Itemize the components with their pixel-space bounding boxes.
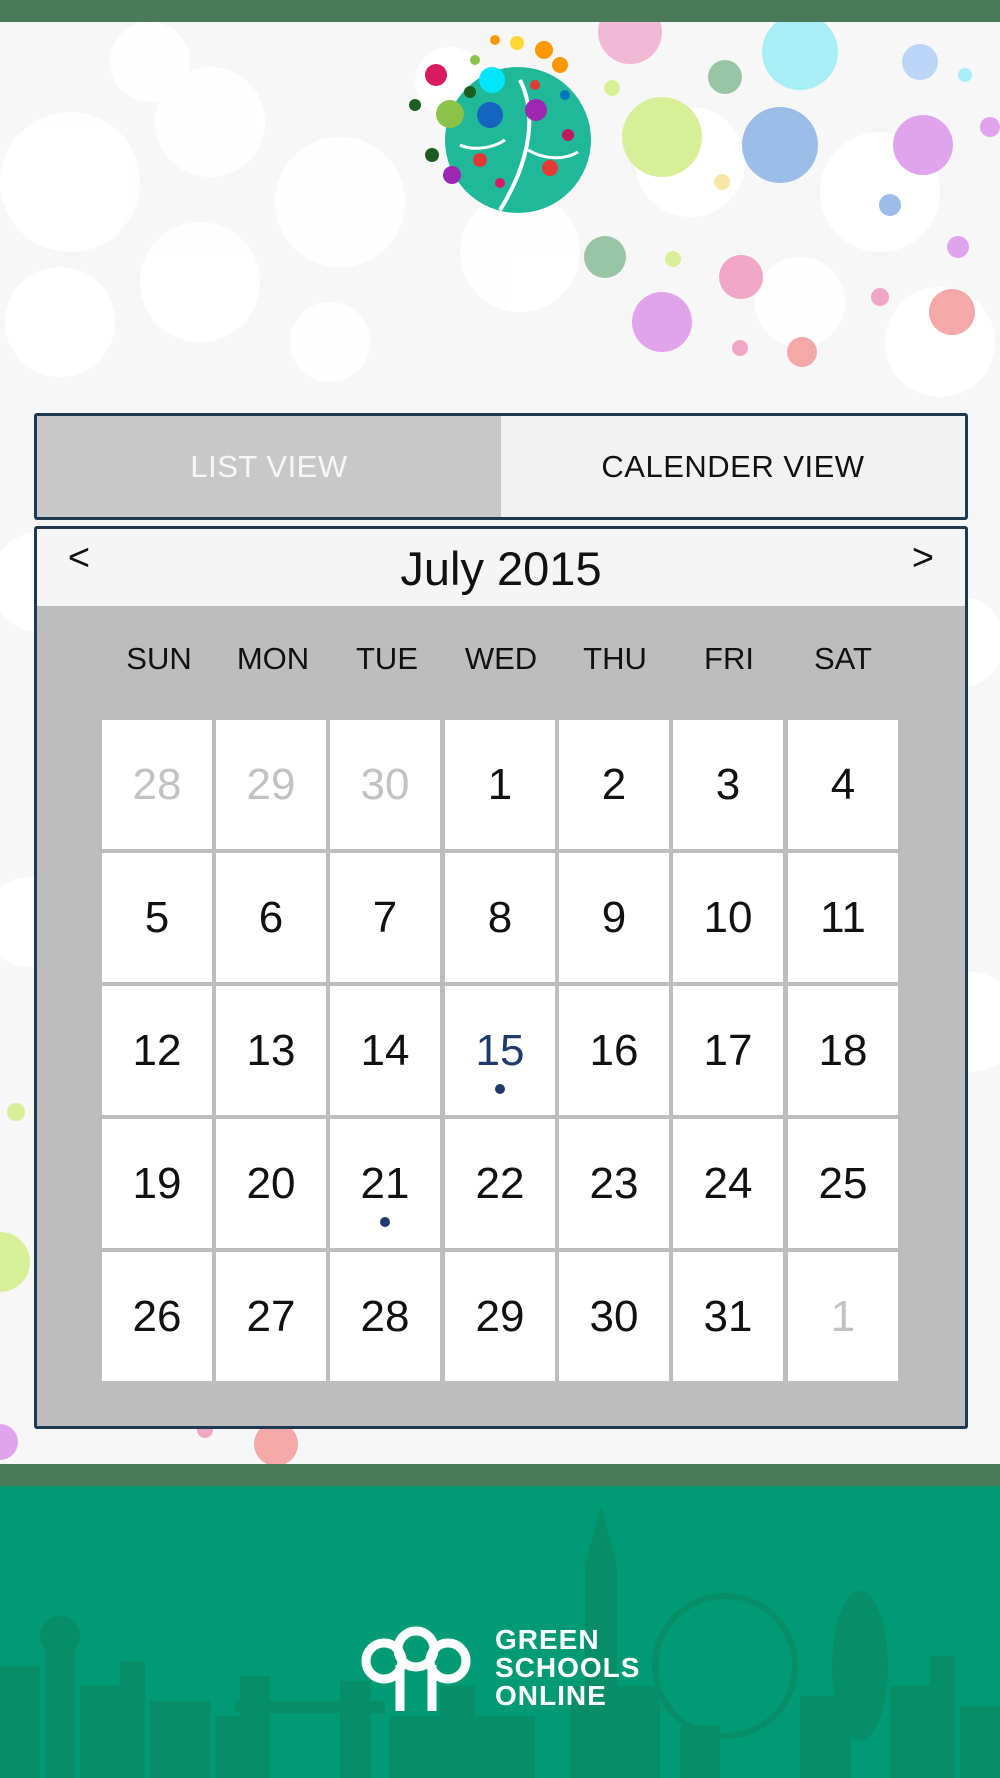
- day-cell[interactable]: 10: [673, 853, 783, 982]
- day-number: 2: [601, 760, 627, 809]
- brand-line-3: ONLINE: [495, 1680, 607, 1711]
- day-number: 28: [360, 1292, 410, 1341]
- day-number: 17: [703, 1026, 753, 1075]
- day-cell[interactable]: 15: [445, 986, 555, 1115]
- weekday-label: SAT: [814, 641, 872, 676]
- day-grid: 28 29 30 1 2 3 4 5 6 7 8 9 10 11 12 13 14 15 16 17 18 19 20 21 2…: [102, 720, 902, 1385]
- day-number: 9: [601, 893, 627, 942]
- day-cell[interactable]: 23: [559, 1119, 669, 1248]
- weekday-label: FRI: [704, 641, 754, 676]
- day-number: 21: [360, 1159, 410, 1208]
- next-month-button[interactable]: >: [898, 537, 948, 580]
- day-number: 27: [246, 1292, 296, 1341]
- day-cell[interactable]: 31: [673, 1252, 783, 1381]
- day-number: 10: [703, 893, 753, 942]
- day-cell[interactable]: 6: [216, 853, 326, 982]
- day-cell[interactable]: 28: [330, 1252, 440, 1381]
- globe-tree-logo-icon: [409, 35, 591, 213]
- day-number: 5: [144, 893, 170, 942]
- day-number: 16: [589, 1026, 639, 1075]
- day-cell[interactable]: 30: [559, 1252, 669, 1381]
- day-cell[interactable]: 21: [330, 1119, 440, 1248]
- day-number: 3: [715, 760, 741, 809]
- weekday-header-row: SUN MON TUE WED THU FRI SAT: [102, 641, 902, 681]
- day-cell[interactable]: 28: [102, 720, 212, 849]
- day-cell[interactable]: 4: [788, 720, 898, 849]
- brand-line-2: SCHOOLS: [495, 1652, 641, 1683]
- footer: GREEN SCHOOLS ONLINE: [0, 1486, 1000, 1778]
- day-cell[interactable]: 1: [788, 1252, 898, 1381]
- day-cell[interactable]: 20: [216, 1119, 326, 1248]
- day-number: 25: [818, 1159, 868, 1208]
- brand-wordmark: GREEN SCHOOLS ONLINE: [495, 1626, 640, 1710]
- month-title: July 2015: [400, 542, 602, 595]
- day-cell[interactable]: 12: [102, 986, 212, 1115]
- day-cell[interactable]: 7: [330, 853, 440, 982]
- day-cell[interactable]: 26: [102, 1252, 212, 1381]
- day-cell[interactable]: 3: [673, 720, 783, 849]
- day-cell[interactable]: 5: [102, 853, 212, 982]
- day-cell[interactable]: 2: [559, 720, 669, 849]
- day-cell[interactable]: 16: [559, 986, 669, 1115]
- day-number: 24: [703, 1159, 753, 1208]
- event-dot-icon: [495, 1084, 505, 1094]
- day-number: 15: [475, 1026, 525, 1075]
- day-number: 30: [360, 760, 410, 809]
- footer-stripe: [0, 1464, 1000, 1486]
- day-cell[interactable]: 1: [445, 720, 555, 849]
- day-cell[interactable]: 11: [788, 853, 898, 982]
- day-cell[interactable]: 25: [788, 1119, 898, 1248]
- day-number: 14: [360, 1026, 410, 1075]
- day-cell[interactable]: 19: [102, 1119, 212, 1248]
- day-cell[interactable]: 29: [445, 1252, 555, 1381]
- day-number: 18: [818, 1026, 868, 1075]
- day-cell[interactable]: 29: [216, 720, 326, 849]
- day-number: 20: [246, 1159, 296, 1208]
- day-cell[interactable]: 22: [445, 1119, 555, 1248]
- day-cell[interactable]: 8: [445, 853, 555, 982]
- event-dot-icon: [380, 1217, 390, 1227]
- day-number: 29: [246, 760, 296, 809]
- day-number: 11: [820, 893, 866, 942]
- day-number: 6: [258, 893, 284, 942]
- weekday-label: MON: [236, 641, 310, 676]
- weekday-label: WED: [464, 641, 538, 676]
- day-number: 22: [475, 1159, 525, 1208]
- weekday-label: TUE: [356, 641, 418, 676]
- top-bar: [0, 0, 1000, 22]
- view-toggle: LIST VIEW CALENDER VIEW: [34, 413, 968, 520]
- day-number: 12: [132, 1026, 182, 1075]
- day-number: 1: [830, 1292, 856, 1341]
- day-number: 19: [132, 1159, 182, 1208]
- tab-list-view[interactable]: LIST VIEW: [37, 416, 501, 517]
- day-cell[interactable]: 30: [330, 720, 440, 849]
- day-number: 23: [589, 1159, 639, 1208]
- day-cell[interactable]: 9: [559, 853, 669, 982]
- day-number: 4: [830, 760, 856, 809]
- day-cell[interactable]: 14: [330, 986, 440, 1115]
- tab-calendar-view[interactable]: CALENDER VIEW: [501, 416, 965, 517]
- day-number: 8: [487, 893, 513, 942]
- day-number: 26: [132, 1292, 182, 1341]
- day-number: 1: [487, 760, 513, 809]
- green-schools-logo-icon: [361, 1626, 471, 1711]
- day-number: 7: [372, 893, 398, 942]
- calendar-widget: < July 2015 > SUN MON TUE WED THU FRI SAT 28 29…: [34, 526, 968, 1429]
- day-cell[interactable]: 17: [673, 986, 783, 1115]
- brand-line-1: GREEN: [495, 1624, 600, 1655]
- day-cell[interactable]: 27: [216, 1252, 326, 1381]
- weekday-label: SUN: [126, 641, 192, 676]
- day-number: 30: [589, 1292, 639, 1341]
- day-cell[interactable]: 18: [788, 986, 898, 1115]
- day-number: 13: [246, 1026, 296, 1075]
- day-number: 29: [475, 1292, 525, 1341]
- day-cell[interactable]: 24: [673, 1119, 783, 1248]
- calendar-header: < July 2015 >: [37, 529, 965, 606]
- day-number: 31: [703, 1292, 753, 1341]
- weekday-label: THU: [583, 641, 647, 676]
- day-cell[interactable]: 13: [216, 986, 326, 1115]
- day-number: 28: [132, 760, 182, 809]
